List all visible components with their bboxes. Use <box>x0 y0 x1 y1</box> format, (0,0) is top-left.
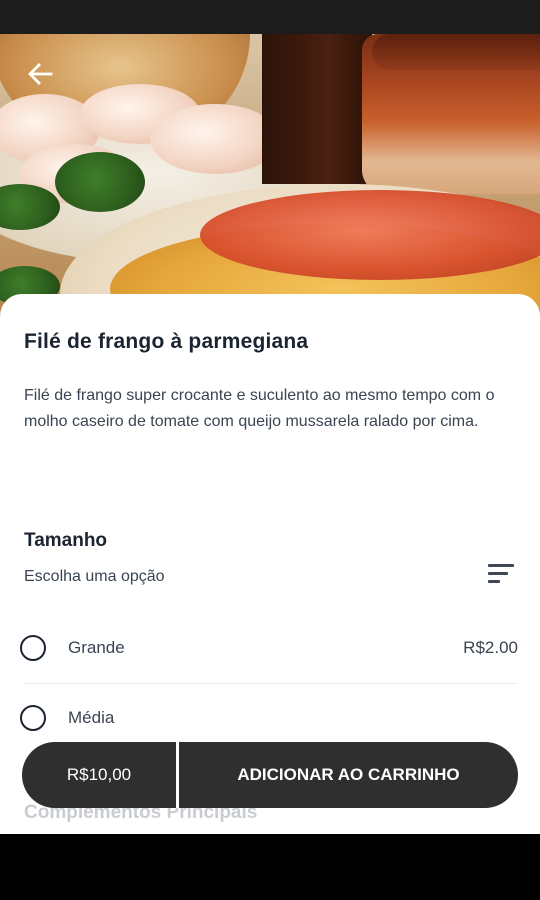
option-divider <box>24 683 518 684</box>
navigation-bar <box>0 834 540 900</box>
size-option-grande[interactable]: Grande R$2.00 <box>20 621 518 675</box>
total-price-button[interactable]: R$10,00 <box>22 742 176 808</box>
radio-unchecked-icon[interactable] <box>20 705 46 731</box>
radio-unchecked-icon[interactable] <box>20 635 46 661</box>
sort-lines-icon <box>488 564 514 584</box>
product-image <box>0 34 540 314</box>
size-option-media[interactable]: Média <box>20 691 518 745</box>
product-description: Filé de frango super crocante e suculent… <box>24 387 495 430</box>
arrow-left-icon <box>28 63 53 85</box>
add-to-cart-button[interactable]: ADICIONAR AO CARRINHO <box>179 742 518 808</box>
cart-bar: R$10,00 ADICIONAR AO CARRINHO <box>22 742 518 808</box>
size-section-title: Tamanho <box>24 530 108 551</box>
size-section-subtitle: Escolha uma opção <box>24 568 165 585</box>
option-label: Média <box>68 708 115 727</box>
status-bar <box>0 0 540 34</box>
back-button[interactable] <box>22 56 58 92</box>
option-price: R$2.00 <box>463 638 518 657</box>
product-title: Filé de frango à parmegiana <box>24 330 309 353</box>
option-label: Grande <box>68 638 125 657</box>
